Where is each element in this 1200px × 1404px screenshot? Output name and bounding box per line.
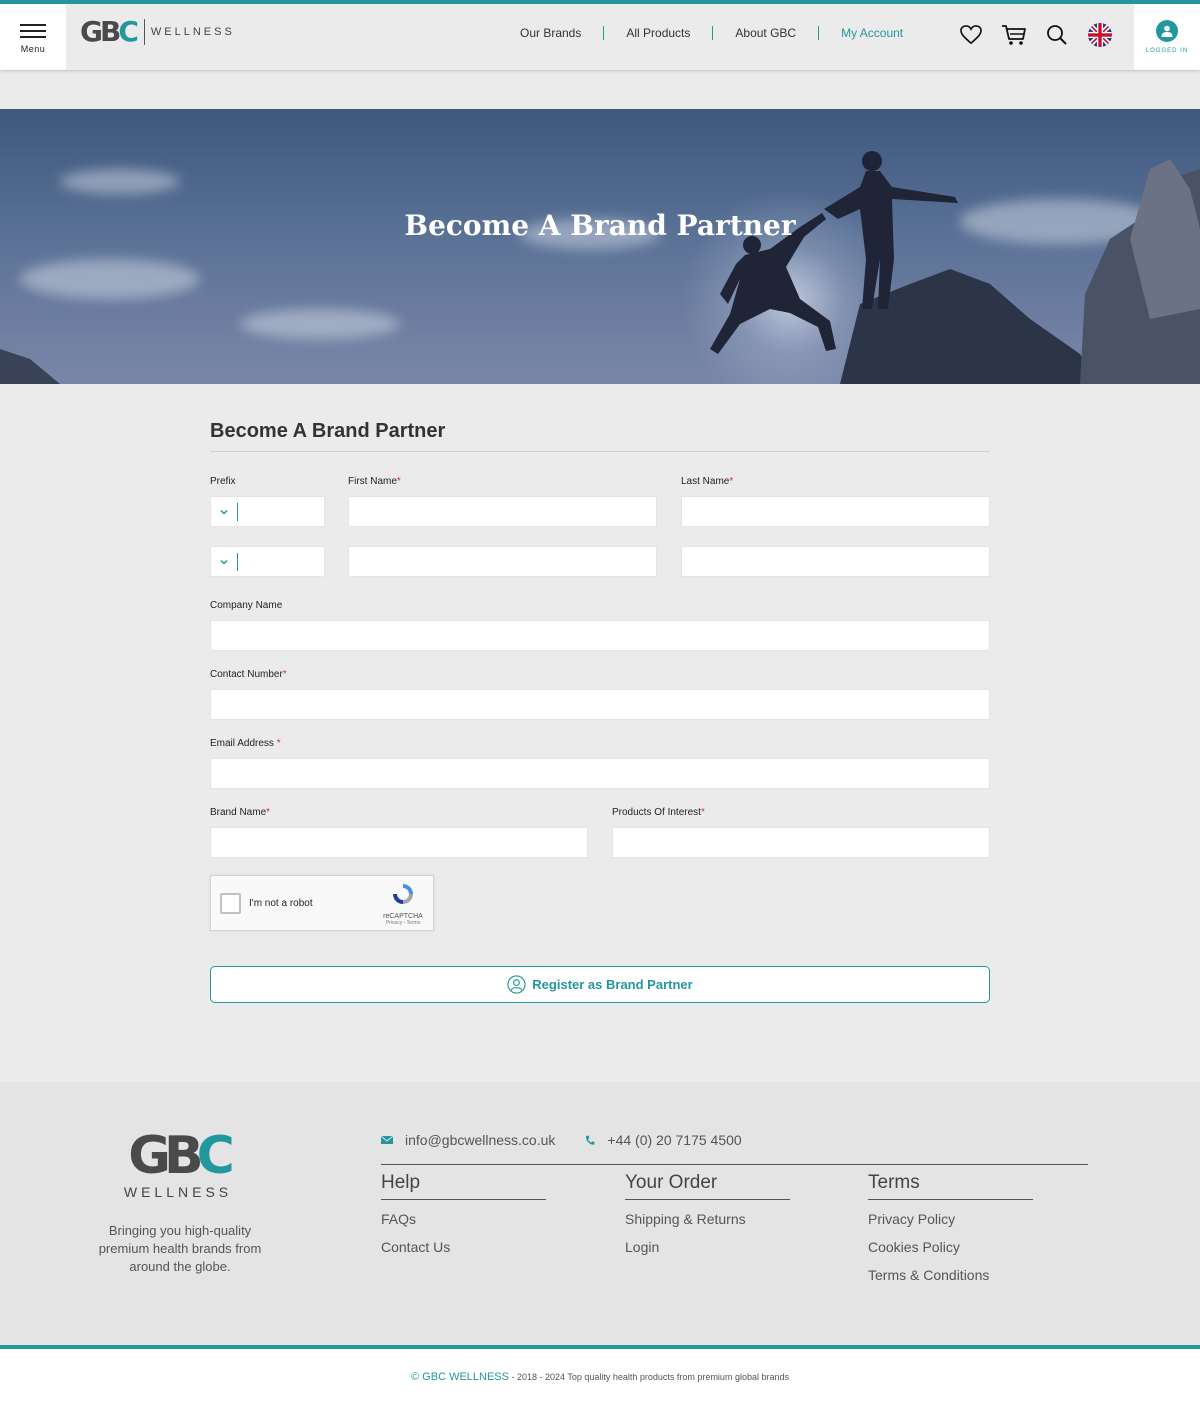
- brand-name-label: Brand Name*: [210, 807, 271, 818]
- footer-col-title: Terms: [868, 1172, 1033, 1200]
- register-brand-partner-button[interactable]: Register as Brand Partner: [210, 966, 990, 1003]
- last-name-input[interactable]: [681, 496, 990, 527]
- first-name-input-2[interactable]: [348, 546, 657, 577]
- footer-link-privacy-policy[interactable]: Privacy Policy: [868, 1210, 1033, 1228]
- copyright: © GBC WELLNESS - 2018 - 2024 Top quality…: [0, 1371, 1200, 1383]
- brand-name-input[interactable]: [210, 827, 588, 858]
- footer-link-cookies-policy[interactable]: Cookies Policy: [868, 1238, 1033, 1256]
- menu-button[interactable]: Menu: [0, 4, 66, 70]
- footer-phone[interactable]: +44 (0) 20 7175 4500: [585, 1132, 742, 1148]
- logo-divider: [143, 19, 145, 45]
- nav-our-brands[interactable]: Our Brands: [498, 26, 603, 40]
- footer-col-your-order: Your Order Shipping & Returns Login: [625, 1172, 790, 1256]
- uk-flag-icon[interactable]: [1087, 22, 1113, 48]
- copyright-text: - 2018 - 2024 Top quality health product…: [508, 1372, 789, 1382]
- cart-icon[interactable]: [1001, 22, 1027, 48]
- chevron-down-icon: [211, 547, 237, 576]
- recaptcha-links[interactable]: Privacy - Terms: [381, 920, 425, 926]
- form-title: Become A Brand Partner: [210, 420, 990, 452]
- main-nav: Our Brands All Products About GBC My Acc…: [498, 26, 925, 40]
- hero-title: Become A Brand Partner: [404, 209, 796, 242]
- prefix-divider: [237, 553, 238, 571]
- nav-my-account[interactable]: My Account: [819, 26, 925, 40]
- footer-link-login[interactable]: Login: [625, 1238, 790, 1256]
- company-name-label: Company Name: [210, 600, 283, 611]
- footer-logo-wordmark: WELLNESS: [123, 1184, 233, 1200]
- recaptcha-checkbox[interactable]: [220, 893, 241, 914]
- email-address-label: Email Address *: [210, 738, 281, 749]
- user-avatar-icon: [1156, 20, 1178, 42]
- gbc-logo-mark: GBC: [80, 15, 139, 48]
- recaptcha-label: I'm not a robot: [249, 898, 313, 909]
- contact-number-label: Contact Number*: [210, 669, 287, 680]
- products-of-interest-input[interactable]: [612, 827, 990, 858]
- user-icon: [507, 975, 526, 994]
- footer-contact: info@gbcwellness.co.uk +44 (0) 20 7175 4…: [381, 1132, 1088, 1165]
- first-name-input[interactable]: [348, 496, 657, 527]
- brand-partner-form: Become A Brand Partner Prefix First Name…: [210, 420, 990, 1003]
- footer-link-shipping-returns[interactable]: Shipping & Returns: [625, 1210, 790, 1228]
- header-icons: [958, 22, 1130, 48]
- contact-number-input[interactable]: [210, 689, 990, 720]
- heart-icon[interactable]: [958, 22, 984, 48]
- nav-about-gbc[interactable]: About GBC: [713, 26, 818, 40]
- footer-col-title: Your Order: [625, 1172, 790, 1200]
- footer-logo[interactable]: GBC WELLNESS: [118, 1130, 238, 1200]
- chevron-down-icon: [211, 497, 237, 526]
- footer-col-terms: Terms Privacy Policy Cookies Policy Term…: [868, 1172, 1033, 1284]
- products-of-interest-label: Products Of Interest*: [612, 807, 705, 818]
- footer-link-faqs[interactable]: FAQs: [381, 1210, 546, 1228]
- first-name-label: First Name*: [348, 476, 401, 487]
- hamburger-icon: [20, 24, 46, 38]
- logo-wordmark: WELLNESS: [150, 26, 235, 38]
- prefix-divider: [237, 503, 238, 521]
- prefix-select[interactable]: [210, 546, 325, 577]
- copyright-bar: © GBC WELLNESS - 2018 - 2024 Top quality…: [0, 1345, 1200, 1404]
- footer-email[interactable]: info@gbcwellness.co.uk: [381, 1132, 555, 1148]
- gbc-logo-mark: GBC: [128, 1126, 235, 1186]
- footer-email-text: info@gbcwellness.co.uk: [405, 1132, 556, 1148]
- prefix-label: Prefix: [210, 476, 236, 487]
- phone-icon: [586, 1135, 596, 1145]
- envelope-icon: [381, 1135, 393, 1144]
- account-status: LOGGED IN: [1145, 48, 1189, 54]
- prefix-select[interactable]: [210, 496, 325, 527]
- site-header: Menu GBC WELLNESS Our Brands All Product…: [0, 4, 1200, 70]
- footer-col-help: Help FAQs Contact Us: [381, 1172, 546, 1256]
- site-footer: GBC WELLNESS Bringing you high-quality p…: [0, 1082, 1200, 1346]
- copyright-brand[interactable]: © GBC WELLNESS: [411, 1371, 509, 1383]
- footer-col-title: Help: [381, 1172, 546, 1200]
- recaptcha-icon: [393, 884, 413, 904]
- menu-label: Menu: [20, 44, 46, 54]
- footer-tagline: Bringing you high-quality premium health…: [98, 1223, 262, 1274]
- search-icon[interactable]: [1044, 22, 1070, 48]
- last-name-input-2[interactable]: [681, 546, 990, 577]
- register-button-label: Register as Brand Partner: [532, 977, 693, 992]
- recaptcha-widget: I'm not a robot reCAPTCHA Privacy - Term…: [210, 875, 434, 931]
- site-logo[interactable]: GBC WELLNESS: [80, 18, 235, 46]
- email-address-input[interactable]: [210, 758, 990, 789]
- last-name-label: Last Name*: [681, 476, 734, 487]
- company-name-input[interactable]: [210, 620, 990, 651]
- recaptcha-brand: reCAPTCHA: [383, 913, 423, 920]
- recaptcha-logo: reCAPTCHA Privacy - Terms: [381, 882, 425, 926]
- footer-phone-text: +44 (0) 20 7175 4500: [607, 1132, 742, 1148]
- footer-link-terms-conditions[interactable]: Terms & Conditions: [868, 1266, 1033, 1284]
- hero-banner: Become A Brand Partner: [0, 109, 1200, 384]
- footer-link-contact-us[interactable]: Contact Us: [381, 1238, 546, 1256]
- account-button[interactable]: LOGGED IN: [1134, 4, 1200, 70]
- climbers-silhouette: [0, 151, 1200, 384]
- nav-all-products[interactable]: All Products: [604, 26, 712, 40]
